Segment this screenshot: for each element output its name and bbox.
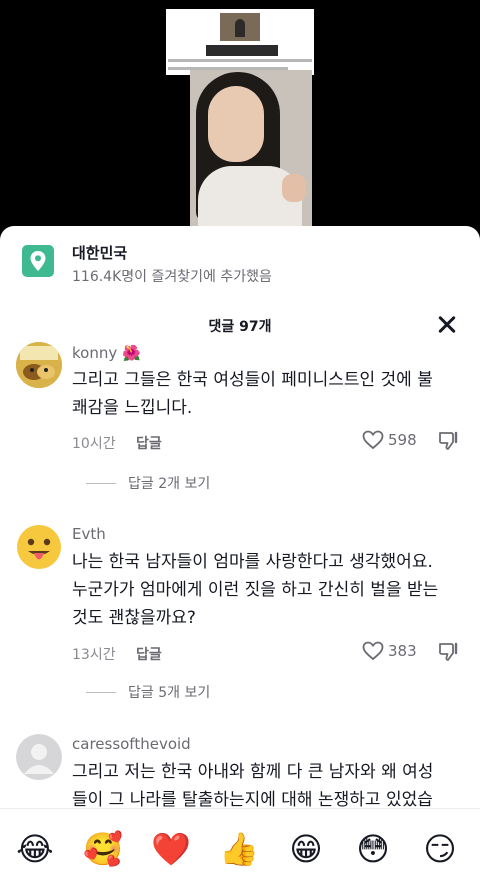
- avatar[interactable]: [16, 342, 62, 388]
- comment-item: Evth 나는 한국 남자들이 엄마를 사랑한다고 생각했어요. 누군가가 엄마…: [0, 522, 480, 708]
- tears-of-joy-emoji-icon[interactable]: 😂: [15, 829, 55, 869]
- comments-sheet: 대한민국 116.4K명이 즐겨찾기에 추가했음 댓글 97개 konny 🌺 …: [0, 226, 480, 884]
- close-icon[interactable]: [434, 312, 460, 338]
- avatar[interactable]: [16, 524, 62, 570]
- location-favorites-count: 116.4K명이 즐겨찾기에 추가했음: [72, 269, 272, 285]
- comment-time: 10시간: [72, 436, 116, 452]
- comment-username[interactable]: caressofthevoid: [72, 735, 191, 753]
- like-count: 598: [388, 431, 417, 449]
- grinning-face-emoji-icon[interactable]: 😁: [286, 829, 326, 869]
- view-replies-button[interactable]: 답글 5개 보기: [86, 682, 210, 702]
- comment-time: 13시간: [72, 647, 116, 663]
- comment-username[interactable]: konny 🌺: [72, 344, 141, 362]
- red-heart-emoji-icon[interactable]: ❤️: [151, 829, 191, 869]
- like-button[interactable]: 383: [362, 641, 417, 661]
- heart-icon: [362, 641, 384, 661]
- comment-username[interactable]: Evth: [72, 525, 106, 543]
- smirking-face-emoji-icon[interactable]: 😏: [420, 829, 460, 869]
- thumbs-down-icon[interactable]: [438, 642, 460, 666]
- comment-text: 그리고 저는 한국 아내와 함께 다 큰 남자와 왜 여성 들이 그 나라를 탈…: [72, 762, 434, 810]
- document-image: [166, 9, 314, 75]
- video-player[interactable]: [0, 0, 480, 240]
- hibiscus-icon: 🌺: [122, 344, 141, 362]
- comments-header: 댓글 97개: [0, 306, 480, 342]
- view-replies-button[interactable]: 답글 2개 보기: [86, 473, 210, 493]
- video-presenter: [190, 70, 312, 226]
- thumbs-down-icon[interactable]: [438, 431, 460, 455]
- avatar[interactable]: [16, 734, 62, 780]
- comment-text: 나는 한국 남자들이 엄마를 사랑한다고 생각했어요. 누군가가 엄마에게 이런…: [72, 552, 439, 628]
- location-name: 대한민국: [72, 244, 128, 262]
- thumbs-up-emoji-icon[interactable]: 👍: [219, 829, 259, 869]
- comment-text: 그리고 그들은 한국 여성들이 페미니스트인 것에 불 쾌감을 느낍니다.: [72, 370, 433, 418]
- heart-icon: [362, 430, 384, 450]
- smiling-face-with-hearts-emoji-icon[interactable]: 🥰: [83, 829, 123, 869]
- reply-button[interactable]: 답글: [136, 433, 162, 453]
- reply-button[interactable]: 답글: [136, 644, 162, 664]
- comments-count-title: 댓글 97개: [208, 319, 272, 335]
- comment-item: konny 🌺 그리고 그들은 한국 여성들이 페미니스트인 것에 불 쾌감을 …: [0, 342, 480, 500]
- comment-item: caressofthevoid 그리고 저는 한국 아내와 함께 다 큰 남자와…: [0, 732, 480, 810]
- like-count: 383: [388, 642, 417, 660]
- location-banner[interactable]: 대한민국 116.4K명이 즐겨찾기에 추가했음: [0, 226, 480, 300]
- location-pin-icon: [22, 245, 54, 277]
- flushed-face-emoji-icon[interactable]: 😳: [353, 829, 393, 869]
- like-button[interactable]: 598: [362, 430, 417, 450]
- emoji-quick-bar: 😂 🥰 ❤️ 👍 😁 😳 😏: [0, 808, 480, 884]
